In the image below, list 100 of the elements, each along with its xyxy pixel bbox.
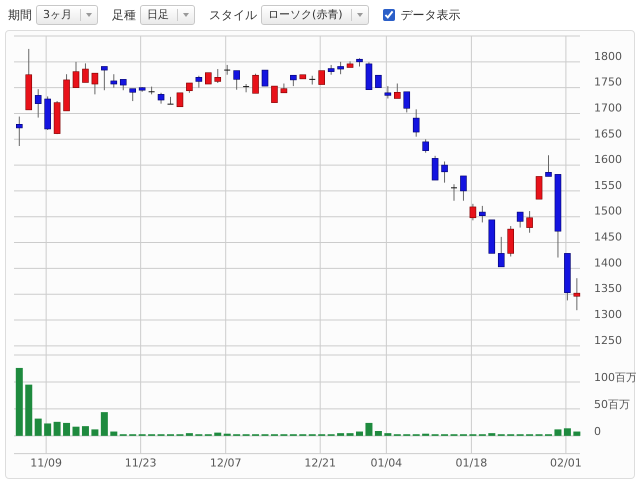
- candlestick: [328, 64, 334, 76]
- candlestick: [280, 83, 288, 94]
- volume-bar: [110, 432, 118, 436]
- candlestick: [233, 70, 240, 90]
- volume-bar: [16, 368, 23, 436]
- candlestick: [479, 205, 486, 223]
- volume-bar: [100, 412, 108, 436]
- candlestick: [148, 86, 156, 95]
- candlestick: [574, 278, 580, 311]
- volume-bar: [337, 433, 344, 436]
- candlestick: [516, 212, 524, 228]
- axis-label: 11/09: [30, 456, 62, 470]
- dropdown[interactable]: ローソク(赤青): [261, 5, 369, 25]
- candlestick: [412, 108, 420, 138]
- candlestick: [346, 60, 354, 68]
- candlestick: [290, 74, 297, 87]
- candlestick: [308, 75, 316, 86]
- axis-label: 12/21: [304, 456, 336, 470]
- candlestick: [422, 138, 429, 154]
- candlestick: [394, 83, 401, 99]
- volume-bar: [224, 434, 231, 436]
- candlestick: [252, 73, 259, 94]
- candlestick: [101, 66, 108, 91]
- candlestick: [242, 84, 250, 93]
- dropdown[interactable]: 3ヶ月: [36, 5, 98, 25]
- candlestick: [366, 62, 372, 90]
- candlestick: [432, 155, 438, 181]
- axis-label: 1750: [594, 76, 622, 89]
- axis-label: 1250: [594, 334, 622, 347]
- candlestick: [498, 236, 505, 268]
- volume-bar: [54, 422, 61, 436]
- candlestick: [488, 219, 496, 254]
- axis-label: 1400: [594, 256, 622, 270]
- candlestick: [72, 61, 80, 88]
- checkbox[interactable]: [382, 9, 395, 21]
- volume-bar: [564, 428, 571, 436]
- volume-bar: [573, 432, 580, 436]
- axis-label: 1350: [594, 282, 622, 296]
- axis-label: 1650: [594, 127, 622, 140]
- candlestick: [224, 64, 231, 76]
- caret-icon: [183, 13, 189, 17]
- volume-bar: [554, 429, 562, 436]
- volume-bar: [214, 432, 222, 436]
- axis-label: 01/18: [456, 456, 488, 470]
- candlestick: [44, 96, 51, 130]
- candlestick: [25, 48, 32, 110]
- axis-label: 12/07: [210, 456, 242, 470]
- candlestick: [167, 96, 174, 105]
- candlestick: [110, 74, 118, 88]
- candlestick: [34, 88, 42, 118]
- dropdown-label: 期間: [8, 7, 32, 24]
- candlestick: [318, 70, 325, 86]
- candlestick: [441, 160, 448, 184]
- candlestick: [375, 74, 382, 88]
- axis-label: 01/04: [370, 456, 402, 470]
- candlestick: [82, 62, 89, 83]
- volume-bar: [422, 434, 430, 436]
- axis-label: 1450: [594, 230, 622, 244]
- volume-bar: [356, 432, 363, 436]
- candlestick: [271, 86, 278, 104]
- candlestick: [120, 78, 127, 91]
- axis-label: 1500: [594, 204, 622, 218]
- candlestick: [460, 175, 467, 202]
- volume-bar: [488, 433, 496, 436]
- candlestick: [450, 184, 458, 202]
- axis-label: 1700: [594, 101, 622, 114]
- candlestick: [337, 61, 344, 75]
- axis-label: 0: [594, 424, 601, 438]
- axis-label: 50百万: [594, 398, 630, 411]
- caret-icon: [86, 13, 92, 17]
- candlestick: [214, 68, 222, 84]
- volume-bar: [25, 384, 32, 436]
- candlestick: [536, 176, 542, 200]
- volume-bar: [91, 429, 98, 436]
- candlestick: [262, 70, 268, 87]
- volume-bar: [186, 433, 193, 436]
- dropdown-label: スタイル: [209, 7, 257, 24]
- candlestick: [526, 210, 533, 234]
- candlestick: [186, 82, 193, 94]
- axis-label: 1550: [594, 178, 622, 192]
- candlestick: [63, 74, 70, 112]
- axis-label: 02/01: [550, 456, 582, 470]
- candlestick: [507, 226, 514, 257]
- volume-bar: [374, 431, 382, 436]
- checkbox-label: データ表示: [400, 7, 461, 24]
- volume-bar: [346, 433, 354, 436]
- axis-label: 1300: [594, 308, 622, 322]
- dropdown-label: 足種: [112, 7, 136, 24]
- volume-bar: [44, 423, 52, 436]
- candlestick: [545, 154, 552, 177]
- volume-bar: [63, 422, 70, 436]
- candlestick: [92, 72, 98, 95]
- volume-bar: [365, 422, 372, 436]
- candlestick: [564, 252, 571, 301]
- volume-bar: [34, 418, 42, 436]
- candlestick: [138, 86, 146, 92]
- candlestick: [356, 58, 363, 67]
- dropdown[interactable]: 日足: [140, 5, 195, 25]
- axis-label: 1800: [594, 50, 622, 63]
- candlestick: [176, 92, 184, 108]
